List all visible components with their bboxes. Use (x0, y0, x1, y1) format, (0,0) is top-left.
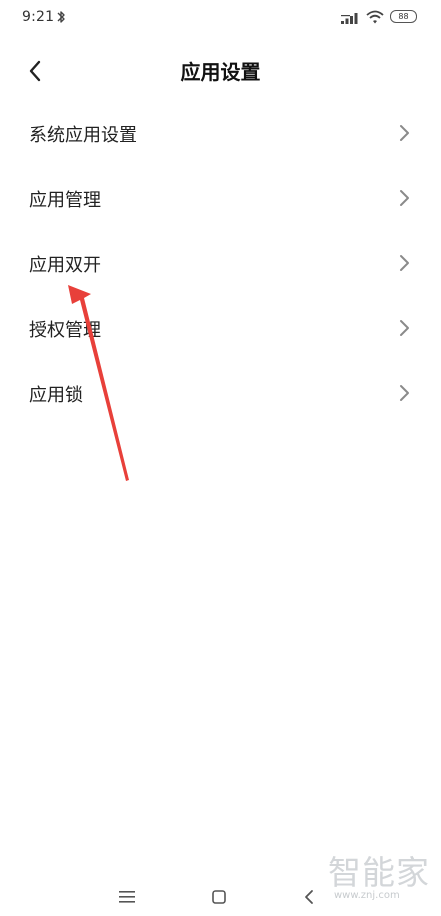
menu-icon[interactable] (118, 890, 136, 904)
list-item-label: 应用管理 (29, 190, 101, 211)
chevron-right-icon (400, 255, 409, 271)
wifi-icon (366, 10, 384, 24)
list-item-system-app-settings[interactable]: 系统应用设置 (0, 101, 441, 166)
chevron-right-icon (400, 125, 409, 141)
home-icon[interactable] (211, 889, 227, 905)
nav-bar (0, 876, 441, 916)
list-item-app-lock[interactable]: 应用锁 (0, 361, 441, 426)
chevron-right-icon (400, 320, 409, 336)
list-item-dual-apps[interactable]: 应用双开 (0, 231, 441, 296)
list-item-app-management[interactable]: 应用管理 (0, 166, 441, 231)
chevron-right-icon (400, 190, 409, 206)
header: 应用设置 (0, 44, 441, 96)
page-title: 应用设置 (180, 60, 261, 84)
status-time: 9:21 (22, 9, 55, 25)
status-bar: 9:21 88 (0, 0, 441, 36)
bluetooth-icon (57, 11, 65, 23)
list-item-label: 应用锁 (29, 385, 83, 406)
list-item-label: 授权管理 (29, 320, 101, 341)
battery-indicator: 88 (390, 10, 417, 23)
chevron-right-icon (400, 385, 409, 401)
settings-list: 系统应用设置 应用管理 应用双开 授权管理 应用锁 (0, 101, 441, 426)
list-item-label: 应用双开 (29, 255, 101, 276)
list-item-permissions[interactable]: 授权管理 (0, 296, 441, 361)
back-triangle-icon[interactable] (303, 889, 315, 905)
list-item-label: 系统应用设置 (29, 125, 137, 146)
signal-icon (341, 13, 358, 24)
